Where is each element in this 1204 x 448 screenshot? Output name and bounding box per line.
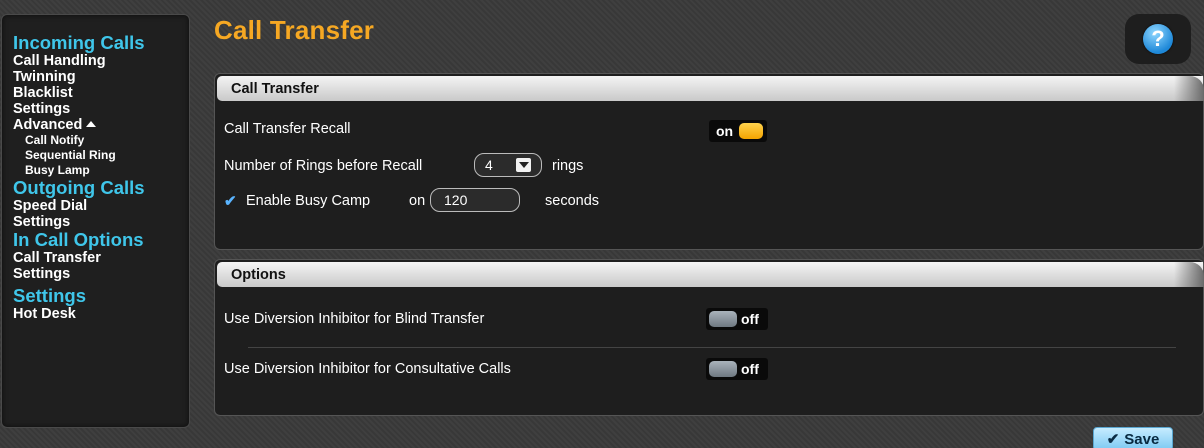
nav-item-call-handling[interactable]: Call Handling xyxy=(13,53,189,69)
busy-camp-label: Enable Busy Camp xyxy=(246,193,371,209)
toggle-knob xyxy=(739,123,764,139)
nav-group-in-call-options[interactable]: In Call Options xyxy=(13,230,189,250)
call-transfer-recall-toggle[interactable]: on xyxy=(709,120,767,142)
nav-item-call-transfer[interactable]: Call Transfer xyxy=(13,250,189,266)
collapse-arrow-icon xyxy=(86,121,97,127)
nav-group-outgoing-calls[interactable]: Outgoing Calls xyxy=(13,178,189,198)
consultative-inhibitor-label: Use Diversion Inhibitor for Consultative… xyxy=(224,361,511,377)
rings-select[interactable]: 4 xyxy=(474,153,542,177)
nav-item-hot-desk[interactable]: Hot Desk xyxy=(13,306,189,322)
call-transfer-panel-header: Call Transfer xyxy=(217,76,1204,101)
sidebar: Incoming Calls Call Handling Twinning Bl… xyxy=(1,14,190,428)
nav-item-speed-dial[interactable]: Speed Dial xyxy=(13,198,189,214)
nav-subitem-sequential-ring[interactable]: Sequential Ring xyxy=(13,148,189,163)
toggle-state-label: off xyxy=(741,311,759,327)
busy-camp-on-label: on xyxy=(409,193,426,209)
help-icon: ? xyxy=(1143,24,1173,54)
consultative-inhibitor-toggle[interactable]: off xyxy=(706,358,768,380)
options-divider xyxy=(248,347,1176,348)
page-title: Call Transfer xyxy=(214,15,375,45)
call-transfer-panel: Call Transfer Call Transfer Recall on Nu… xyxy=(214,73,1204,250)
toggle-knob xyxy=(709,311,737,327)
options-panel-header: Options xyxy=(217,262,1204,287)
busy-camp-seconds-unit: seconds xyxy=(545,193,600,209)
nav-item-advanced[interactable]: Advanced xyxy=(13,117,189,133)
rings-select-value: 4 xyxy=(485,157,493,173)
nav-item-advanced-label: Advanced xyxy=(13,117,83,133)
rings-before-recall-label: Number of Rings before Recall xyxy=(224,158,423,174)
call-transfer-recall-label: Call Transfer Recall xyxy=(224,121,351,137)
dropdown-arrow-icon xyxy=(516,158,531,172)
toggle-state-label: on xyxy=(716,123,734,139)
nav-item-in-call-settings[interactable]: Settings xyxy=(13,266,189,282)
nav-subitem-busy-lamp[interactable]: Busy Lamp xyxy=(13,163,189,178)
nav-item-incoming-settings[interactable]: Settings xyxy=(13,101,189,117)
blind-transfer-inhibitor-label: Use Diversion Inhibitor for Blind Transf… xyxy=(224,311,485,327)
blind-transfer-inhibitor-toggle[interactable]: off xyxy=(706,308,768,330)
checkmark-icon: ✔ xyxy=(1106,431,1120,448)
busy-camp-checkbox[interactable]: ✔ xyxy=(224,192,237,210)
nav-subitem-call-notify[interactable]: Call Notify xyxy=(13,133,189,148)
nav-group-settings[interactable]: Settings xyxy=(13,286,189,306)
toggle-knob xyxy=(709,361,737,377)
options-panel: Options Use Diversion Inhibitor for Blin… xyxy=(214,259,1204,416)
rings-unit-label: rings xyxy=(552,158,584,174)
save-button-label: Save xyxy=(1124,430,1160,448)
busy-camp-seconds-input[interactable] xyxy=(430,188,520,212)
help-button[interactable]: ? xyxy=(1125,14,1191,64)
nav-item-blacklist[interactable]: Blacklist xyxy=(13,85,189,101)
nav-item-outgoing-settings[interactable]: Settings xyxy=(13,214,189,230)
save-button[interactable]: ✔ Save xyxy=(1093,427,1173,448)
nav-item-twinning[interactable]: Twinning xyxy=(13,69,189,85)
nav-group-incoming-calls[interactable]: Incoming Calls xyxy=(13,33,189,53)
toggle-state-label: off xyxy=(741,361,759,377)
